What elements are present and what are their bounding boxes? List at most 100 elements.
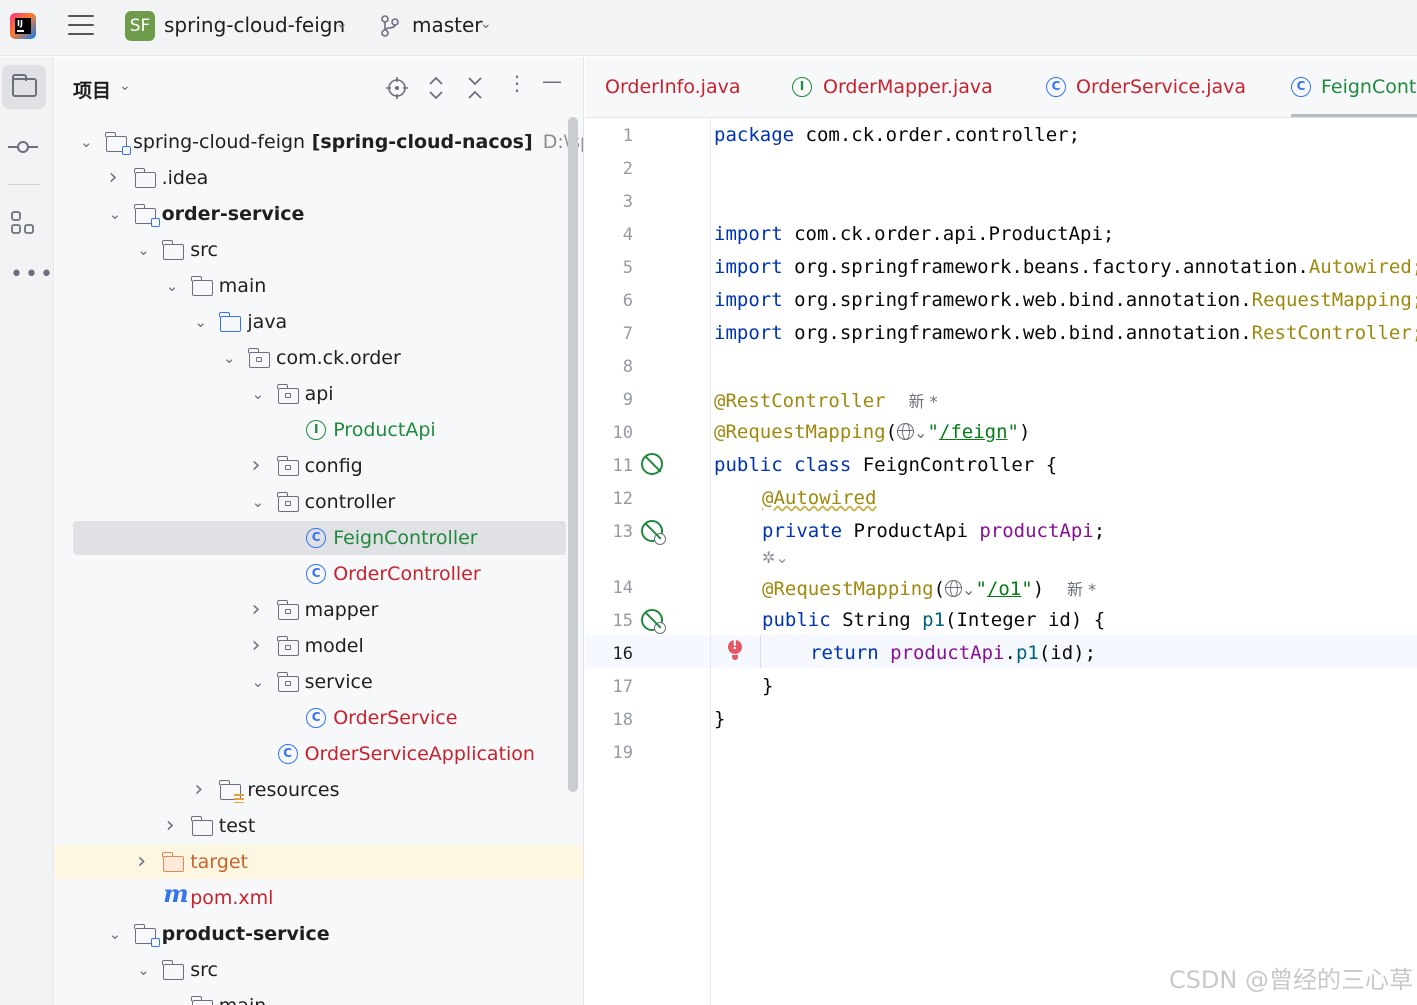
chevron-down-icon[interactable]: ⌄ bbox=[252, 485, 266, 519]
chevron-right-icon[interactable]: › bbox=[137, 845, 151, 879]
structure-icon[interactable] bbox=[10, 210, 36, 236]
code-line-12: @Autowired bbox=[762, 487, 877, 509]
line-number[interactable]: 16 bbox=[585, 644, 633, 664]
tree-item[interactable]: I ProductApi bbox=[55, 413, 569, 447]
tree-item[interactable]: ⌄ product-service bbox=[55, 917, 569, 951]
tree-item[interactable]: › model bbox=[55, 629, 569, 663]
tree-item[interactable]: ⌄ api bbox=[55, 377, 569, 411]
line-number[interactable]: 14 bbox=[585, 578, 633, 598]
tree-item[interactable]: › mapper bbox=[55, 593, 569, 627]
tree-item[interactable]: ⌄ order-service bbox=[55, 197, 569, 231]
minimize-icon[interactable]: — bbox=[542, 69, 562, 93]
tree-item[interactable]: m pom.xml bbox=[55, 879, 569, 915]
tree-item[interactable]: › config bbox=[55, 449, 569, 483]
line-number[interactable]: 17 bbox=[585, 677, 633, 697]
collapse-all-icon[interactable] bbox=[467, 76, 483, 100]
commit-icon[interactable] bbox=[8, 137, 38, 157]
tree-item[interactable]: C FeignController bbox=[73, 521, 566, 555]
code-editor[interactable]: 12345678910111213141516171819 package co… bbox=[585, 118, 1417, 1005]
autowired-bean-icon[interactable] bbox=[641, 520, 666, 545]
line-number[interactable]: 4 bbox=[585, 225, 633, 245]
chevron-down-icon[interactable]: ⌄ bbox=[109, 197, 123, 231]
spring-bean-icon[interactable] bbox=[641, 453, 663, 475]
tree-item[interactable]: ⌄ src bbox=[55, 233, 569, 267]
tree-item[interactable]: C OrderService bbox=[55, 701, 569, 735]
chevron-down-icon[interactable]: ⌄ bbox=[80, 125, 94, 159]
tree-item[interactable]: › test bbox=[55, 809, 569, 843]
line-number[interactable]: 10 bbox=[585, 423, 633, 443]
chevron-right-icon[interactable]: › bbox=[166, 809, 180, 843]
git-branch-name[interactable]: master bbox=[412, 13, 483, 37]
chevron-right-icon[interactable]: › bbox=[252, 629, 266, 663]
intellij-logo-icon[interactable]: IJ bbox=[10, 13, 36, 39]
line-number[interactable]: 3 bbox=[585, 192, 633, 212]
project-name[interactable]: spring-cloud-feign bbox=[164, 13, 345, 37]
project-badge[interactable]: SF bbox=[125, 11, 155, 41]
chevron-down-icon[interactable]: ⌄ bbox=[480, 16, 492, 32]
panel-title[interactable]: 项目 bbox=[73, 76, 111, 103]
chevron-down-icon[interactable]: ⌄ bbox=[194, 305, 208, 339]
line-number[interactable]: 19 bbox=[585, 743, 633, 763]
tree-item[interactable]: ⌄ service bbox=[55, 665, 569, 699]
line-number[interactable]: 13 bbox=[585, 522, 633, 542]
chevron-right-icon[interactable]: › bbox=[252, 449, 266, 483]
tree-item[interactable]: C OrderServiceApplication bbox=[55, 737, 569, 771]
tree-item[interactable]: ⌄ main bbox=[55, 989, 569, 1005]
chevron-down-icon[interactable]: ⌄ bbox=[137, 233, 151, 267]
line-number[interactable]: 9 bbox=[585, 390, 633, 410]
globe-icon[interactable] bbox=[945, 580, 963, 597]
line-number[interactable]: 15 bbox=[585, 611, 633, 631]
project-tool-button[interactable] bbox=[2, 65, 46, 109]
tree-scrollbar[interactable] bbox=[568, 117, 578, 792]
globe-icon[interactable] bbox=[897, 423, 915, 440]
tab-orderinfo[interactable]: OrderInfo.java bbox=[605, 57, 740, 117]
chevron-down-icon[interactable]: ⌄ bbox=[252, 377, 266, 411]
tree-item[interactable]: ⌄ java bbox=[55, 305, 569, 339]
ai-assist-icon[interactable]: ✲⌄ bbox=[762, 548, 789, 567]
tree-item[interactable]: C OrderController bbox=[55, 557, 569, 591]
tree-item-label: OrderServiceApplication bbox=[305, 737, 535, 771]
chevron-down-icon[interactable]: ⌄ bbox=[119, 78, 131, 94]
tree-item[interactable]: › target bbox=[55, 845, 583, 879]
locate-icon[interactable] bbox=[386, 77, 408, 99]
more-tools-icon[interactable]: ••• bbox=[10, 262, 55, 287]
line-number[interactable]: 5 bbox=[585, 258, 633, 278]
line-number[interactable]: 12 bbox=[585, 489, 633, 509]
options-icon[interactable]: ⋮ bbox=[507, 71, 527, 95]
tab-feigncontroller[interactable]: C FeignController.java bbox=[1291, 57, 1417, 117]
expand-all-icon[interactable] bbox=[428, 76, 444, 100]
line-number[interactable]: 1 bbox=[585, 126, 633, 146]
chevron-down-icon[interactable]: ⌄ bbox=[166, 269, 180, 303]
main-menu-icon[interactable] bbox=[68, 15, 94, 37]
git-branch-icon[interactable] bbox=[380, 14, 400, 38]
error-bulb-icon[interactable] bbox=[728, 638, 742, 660]
chevron-right-icon[interactable]: › bbox=[109, 161, 123, 195]
line-number[interactable]: 6 bbox=[585, 291, 633, 311]
line-number[interactable]: 18 bbox=[585, 710, 633, 730]
line-number[interactable]: 8 bbox=[585, 357, 633, 377]
chevron-down-icon[interactable]: ⌄ bbox=[252, 665, 266, 699]
line-number[interactable]: 7 bbox=[585, 324, 633, 344]
author-hint[interactable]: 新 * bbox=[908, 392, 937, 411]
chevron-down-icon[interactable]: ⌄ bbox=[166, 989, 180, 1005]
tree-item[interactable]: › .idea bbox=[55, 161, 569, 195]
author-hint[interactable]: 新 * bbox=[1067, 580, 1096, 599]
source-folder-icon bbox=[219, 312, 242, 332]
tree-item[interactable]: ⌄ main bbox=[55, 269, 569, 303]
tree-item[interactable]: ⌄ controller bbox=[55, 485, 569, 519]
tree-item[interactable]: ⌄ src bbox=[55, 953, 569, 987]
tree-item-label: controller bbox=[305, 485, 396, 519]
tree-item[interactable]: › resources bbox=[55, 773, 569, 807]
line-number[interactable]: 11 bbox=[585, 456, 633, 476]
chevron-down-icon[interactable]: ⌄ bbox=[223, 341, 237, 375]
chevron-right-icon[interactable]: › bbox=[252, 593, 266, 627]
code-line-16: return productApi.p1(id); bbox=[810, 642, 1097, 664]
line-number[interactable]: 2 bbox=[585, 159, 633, 179]
chevron-down-icon[interactable]: ⌄ bbox=[109, 917, 123, 951]
chevron-down-icon[interactable]: ⌄ bbox=[336, 16, 348, 32]
tree-item[interactable]: ⌄ spring-cloud-feign [spring-cloud-nacos]… bbox=[55, 125, 583, 159]
tree-item[interactable]: ⌄ com.ck.order bbox=[55, 341, 569, 375]
request-mapping-icon[interactable] bbox=[641, 609, 666, 634]
chevron-down-icon[interactable]: ⌄ bbox=[137, 953, 151, 987]
chevron-right-icon[interactable]: › bbox=[194, 773, 208, 807]
